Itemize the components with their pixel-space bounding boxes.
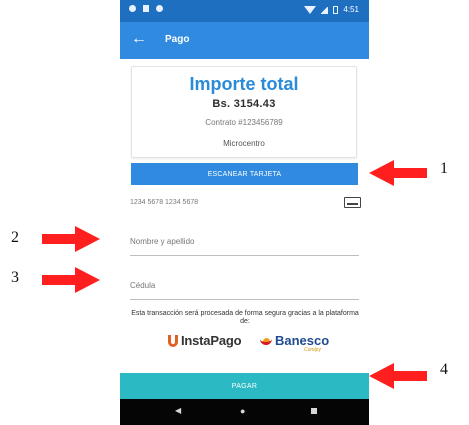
contract-number: Contrato #123456789 — [205, 118, 283, 127]
wifi-icon — [304, 5, 317, 14]
annotation-arrow-1 — [369, 160, 427, 186]
annotated-screenshot: 4:51 ← Pago Importe total Bs. 3154.43 Co… — [0, 0, 469, 425]
page-title: Pago — [165, 34, 190, 45]
card-number-display: 1234 5678 1234 5678 — [130, 199, 199, 206]
instapago-logo-icon — [168, 335, 178, 347]
app-bar: ← Pago — [120, 22, 369, 59]
arrow-left-icon[interactable]: ← — [131, 31, 147, 47]
back-icon[interactable]: ◀ — [175, 406, 181, 415]
banesco-logo-text: Banesco — [275, 333, 330, 348]
total-amount: Bs. 3154.43 — [212, 98, 276, 110]
credit-card-icon[interactable] — [344, 197, 361, 208]
annotation-label-1: 1 — [440, 160, 448, 177]
security-disclaimer: Esta transacción será procesada de forma… — [131, 310, 359, 325]
id-field[interactable] — [130, 272, 359, 300]
recent-apps-icon[interactable] — [311, 408, 317, 414]
status-left-icons — [129, 5, 163, 12]
annotation-arrow-4 — [369, 363, 427, 389]
instapago-logo-text: InstaPago — [181, 333, 242, 348]
home-icon[interactable]: ● — [240, 406, 245, 416]
status-right-icons: 4:51 — [304, 5, 359, 14]
payment-platform-logos: InstaPago Banesco Comlpy — [168, 332, 330, 356]
scan-card-button[interactable]: ESCANEAR TARJETA — [131, 163, 358, 185]
banesco-logo-icon — [260, 333, 273, 347]
annotation-label-3: 3 — [11, 269, 19, 286]
total-amount-title: Importe total — [189, 74, 299, 94]
android-navigation-bar: ◀ ● — [120, 399, 369, 425]
payment-content: Importe total Bs. 3154.43 Contrato #1234… — [120, 59, 369, 399]
gear-icon — [129, 5, 136, 12]
service-name: Microcentro — [223, 139, 265, 148]
status-time: 4:51 — [343, 5, 359, 14]
signal-icon — [321, 5, 329, 14]
battery-icon — [333, 5, 339, 14]
annotation-label-4: 4 — [440, 361, 448, 378]
status-bar: 4:51 — [120, 0, 369, 22]
notification-icon — [156, 5, 163, 12]
pay-button[interactable]: PAGAR — [120, 373, 369, 399]
annotation-label-2: 2 — [11, 229, 19, 246]
name-field[interactable] — [130, 228, 359, 256]
banesco-logo-subtitle: Comlpy — [304, 347, 321, 353]
annotation-arrow-2 — [42, 226, 100, 252]
mobile-screen: 4:51 ← Pago Importe total Bs. 3154.43 Co… — [120, 0, 369, 425]
square-icon — [143, 5, 149, 12]
payment-summary-card: Importe total Bs. 3154.43 Contrato #1234… — [131, 66, 357, 158]
annotation-arrow-3 — [42, 267, 100, 293]
